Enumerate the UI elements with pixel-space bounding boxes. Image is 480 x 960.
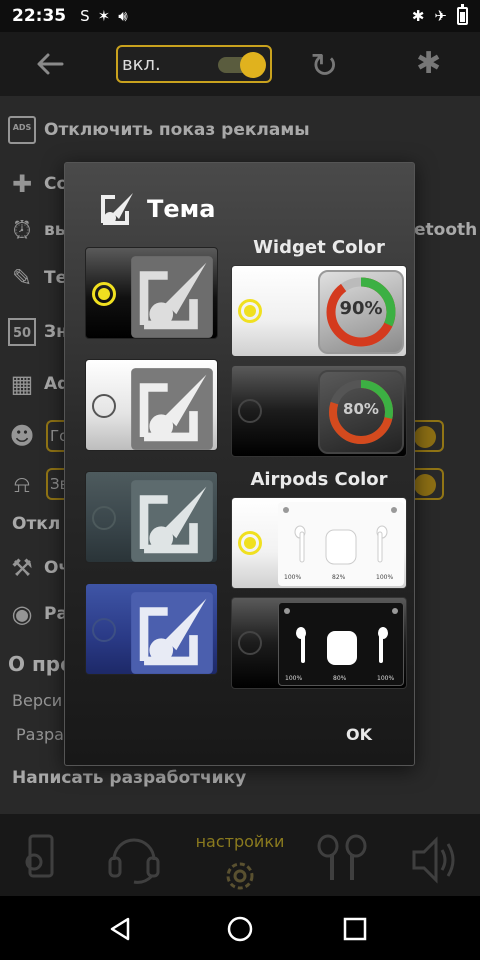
airpods-image — [284, 608, 398, 665]
theme-brush-icon — [131, 368, 213, 450]
case-level: 80% — [333, 675, 347, 682]
theme-brush-icon — [101, 193, 133, 225]
theme-dialog: Тема Widget Color Airpods Color 90% 80% … — [64, 162, 415, 766]
gauge-percent: 90% — [339, 298, 383, 319]
sync-s-icon: S — [80, 7, 90, 25]
back-arrow-icon[interactable] — [34, 48, 66, 80]
theme-option-light[interactable] — [85, 359, 218, 451]
ok-button[interactable]: OK — [335, 719, 383, 751]
airpods-preview: 100% 80% 100% — [278, 602, 404, 686]
system-recents-icon[interactable] — [342, 916, 368, 942]
status-bar: 22:35 S ✶ 🔊︎ ✱ ✈ — [0, 0, 480, 32]
battery-gauge: 80% — [318, 370, 404, 454]
switch-track — [218, 52, 266, 78]
status-time: 22:35 — [12, 6, 67, 26]
theme-radio[interactable] — [92, 506, 116, 530]
settings-gear-icon — [226, 862, 254, 890]
airpods-icon — [317, 834, 367, 880]
theme-brush-icon — [131, 480, 213, 562]
service-toggle-label: вкл. — [122, 54, 161, 75]
airpods-image — [283, 507, 397, 565]
bottom-nav: настройки — [0, 814, 480, 896]
widget-color-radio[interactable] — [238, 299, 262, 323]
left-pod-level: 100% — [284, 574, 302, 581]
theme-option-blue[interactable] — [85, 583, 218, 675]
theme-radio[interactable] — [92, 282, 116, 306]
sync-icon[interactable]: ↻ — [310, 46, 339, 86]
airpods-color-label: Airpods Color — [250, 469, 388, 490]
theme-radio[interactable] — [92, 394, 116, 418]
theme-brush-icon — [131, 256, 213, 338]
gauge-percent: 80% — [343, 400, 379, 418]
phone-settings-icon — [25, 834, 54, 878]
widget-color-label: Widget Color — [253, 237, 385, 258]
nav-phone-settings[interactable] — [0, 814, 80, 896]
battery-icon — [457, 4, 468, 25]
theme-option-slate[interactable] — [85, 471, 218, 563]
airpods-preview: 100% 82% 100% — [278, 502, 404, 586]
app-header: вкл. ↻ ✱ — [0, 32, 480, 96]
system-back-icon[interactable] — [108, 916, 134, 942]
airpods-color-light[interactable]: 100% 82% 100% — [231, 497, 407, 589]
nav-airpods[interactable] — [302, 814, 382, 896]
right-pod-level: 100% — [376, 574, 394, 581]
theme-radio[interactable] — [92, 618, 116, 642]
theme-option-dark[interactable] — [85, 247, 218, 339]
airpods-color-radio[interactable] — [238, 631, 262, 655]
nav-headset[interactable] — [94, 814, 174, 896]
widget-color-dark[interactable]: 80% — [231, 365, 407, 457]
headset-icon — [108, 838, 160, 884]
battery-gauge: 90% — [318, 270, 404, 354]
bluetooth-share-icon: ✶ — [97, 7, 111, 25]
speaker-icon — [412, 836, 455, 884]
system-nav-bar — [0, 896, 480, 960]
volume-icon: 🔊︎ — [118, 7, 128, 25]
nav-speaker[interactable] — [396, 814, 476, 896]
airplane-icon: ✈ — [434, 7, 447, 25]
left-pod-level: 100% — [285, 675, 303, 682]
dialog-title: Тема — [147, 195, 216, 223]
airpods-color-dark[interactable]: 100% 80% 100% — [231, 597, 407, 689]
bluetooth-icon: ✱ — [411, 7, 425, 25]
widget-color-radio[interactable] — [238, 399, 262, 423]
system-home-icon[interactable] — [227, 916, 253, 942]
switch-knob — [240, 52, 266, 78]
service-toggle[interactable]: вкл. — [116, 45, 272, 83]
nav-settings[interactable]: настройки — [196, 814, 284, 896]
theme-brush-icon — [131, 592, 213, 674]
widget-color-light[interactable]: 90% — [231, 265, 407, 357]
airpods-color-radio[interactable] — [238, 531, 262, 555]
right-pod-level: 100% — [377, 675, 395, 682]
case-level: 82% — [332, 574, 346, 581]
nav-settings-label: настройки — [195, 832, 285, 851]
bluetooth-header-icon[interactable]: ✱ — [416, 46, 441, 81]
